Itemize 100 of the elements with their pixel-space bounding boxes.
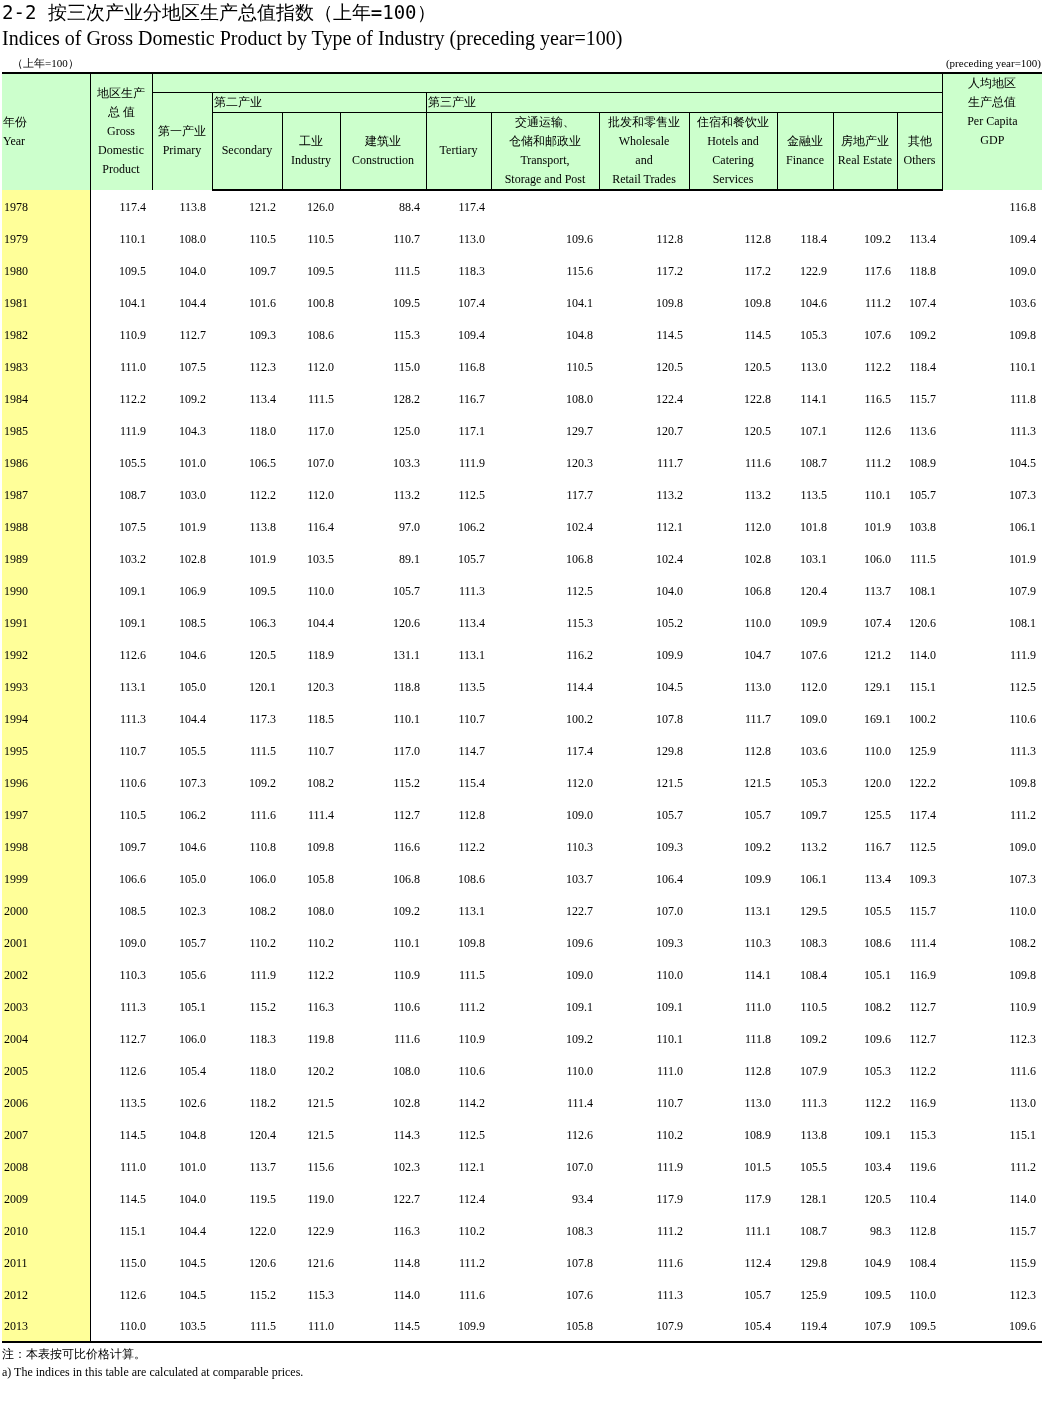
table-cell: 105.5 [90, 445, 152, 478]
table-cell-text: 104.0 [178, 1190, 207, 1208]
table-cell-text: 105.5 [799, 1158, 828, 1176]
table-cell-text: 120.4 [799, 582, 828, 600]
table-cell-text: 117.1 [457, 422, 486, 440]
table-cell-text: 101.9 [863, 518, 892, 536]
year-cell: 1985 [2, 413, 90, 446]
table-cell-text: 107.8 [655, 710, 684, 728]
table-cell-text: 115.3 [565, 614, 594, 632]
table-cell-text: 102.3 [178, 902, 207, 920]
table-cell-text: 118.3 [457, 262, 486, 280]
table-cell-text: 113.1 [457, 646, 486, 664]
table-cell-text: 101.0 [178, 454, 207, 472]
table-cell-text: 122.8 [743, 390, 772, 408]
year-cell: 2001 [2, 925, 90, 958]
table-cell-text: 117.4 [908, 806, 938, 824]
table-cell-text: 118.4 [799, 230, 828, 248]
table-cell-text: 116.3 [306, 998, 335, 1016]
table-cell-text: 115.6 [565, 262, 594, 280]
table-cell-text: 111.2 [863, 454, 892, 472]
table-cell-text: 112.8 [908, 1222, 938, 1240]
table-cell-text: 106.3 [248, 614, 277, 632]
table-cell-text: 131.1 [392, 646, 421, 664]
table-cell-text: 104.0 [178, 262, 207, 280]
table-cell: 109.6 [942, 1309, 1043, 1342]
table-cell-text: 116.8 [457, 358, 486, 376]
column-header: 人均地区 生产总值 Per Capita GDP [942, 73, 1043, 190]
table-cell-text: 116.3 [392, 1222, 421, 1240]
table-cell-text: 103.7 [565, 870, 594, 888]
year-cell: 1995 [2, 733, 90, 766]
table-cell-text: 117.2 [743, 262, 772, 280]
table-cell-text: 106.8 [743, 582, 772, 600]
table-cell-text: 105.7 [908, 486, 938, 504]
table-cell-text: 110.0 [743, 614, 772, 632]
table-cell-text: 110.2 [248, 934, 277, 952]
table-cell-text: 111.6 [392, 1030, 421, 1048]
table-cell-text: 108.7 [799, 1222, 828, 1240]
table-cell: 104.1 [90, 285, 152, 318]
table-cell-text: 118.2 [248, 1094, 277, 1112]
year-cell: 1982 [2, 317, 90, 350]
table-cell-text: 116.7 [863, 838, 892, 856]
table-cell-text: 111.2 [457, 1254, 486, 1272]
table-cell: 115.1 [90, 1213, 152, 1246]
table-cell-text: 114.0 [392, 1286, 421, 1304]
table-cell-text: 108.1 [1008, 614, 1038, 632]
table-cell-text: 113.2 [799, 838, 828, 856]
table-cell-text: 115.2 [248, 1286, 277, 1304]
table-cell-text: 110.3 [743, 934, 772, 952]
table-cell-text: 111.4 [565, 1094, 594, 1112]
table-cell-text: 110.1 [392, 934, 421, 952]
table-cell-text: 120.2 [306, 1062, 335, 1080]
table-cell-text: 108.6 [457, 870, 486, 888]
table-cell-text: 113.1 [743, 902, 772, 920]
column-header: 房地产业 Real Estate [833, 112, 897, 190]
group-header: 第二产业 [212, 92, 426, 112]
year-cell: 2010 [2, 1213, 90, 1246]
table-cell-text: 107.6 [863, 326, 892, 344]
table-cell-text: 110.1 [863, 486, 892, 504]
table-cell-text: 108.6 [306, 326, 335, 344]
table-cell: 111.3 [90, 701, 152, 734]
table-cell-text: 110.0 [863, 742, 892, 760]
unit-label: （上年=100） [12, 56, 79, 70]
table-cell-text: 111.0 [743, 998, 772, 1016]
table-cell-text: 103.3 [392, 454, 421, 472]
table-cell-text: 109.3 [655, 934, 684, 952]
table-cell-text: 105.0 [178, 870, 207, 888]
table-cell-text: 111.2 [457, 998, 486, 1016]
table-cell-text: 109.5 [306, 262, 335, 280]
table-cell-text: 111.4 [306, 806, 335, 824]
table-cell-text: 102.6 [178, 1094, 207, 1112]
table-cell-text: 114.2 [457, 1094, 486, 1112]
table-cell-text: 105.7 [457, 550, 486, 568]
table-cell-text: 110.5 [248, 230, 277, 248]
table-cell-text: 107.6 [565, 1286, 594, 1304]
table-cell: 112.6 [90, 1277, 152, 1310]
table-cell: 111.3 [90, 989, 152, 1022]
year-cell: 1996 [2, 765, 90, 798]
table-cell-text: 120.5 [743, 358, 772, 376]
table-cell-text: 111.5 [248, 742, 277, 760]
column-header: 住宿和餐饮业 Hotels and Catering Services [689, 112, 777, 190]
table-cell-text: 109.8 [1008, 966, 1038, 984]
table-cell: 112.7 [90, 1021, 152, 1054]
table-cell-text: 110.3 [565, 838, 594, 856]
table-cell-text: 106.8 [565, 550, 594, 568]
table-cell-text: 111.5 [392, 262, 421, 280]
year-cell: 1978 [2, 189, 90, 222]
table-cell-text: 109.5 [863, 1286, 892, 1304]
table-cell: 115.0 [90, 1245, 152, 1278]
table-cell-text: 117.3 [248, 710, 277, 728]
table-cell: 112.6 [90, 1053, 152, 1086]
table-cell-text: 115.2 [248, 998, 277, 1016]
table-cell-text: 113.6 [908, 422, 938, 440]
table-cell-text: 113.8 [799, 1126, 828, 1144]
table-cell-text: 105.1 [178, 998, 207, 1016]
table-cell-text: 118.9 [306, 646, 335, 664]
table-cell-text: 114.8 [392, 1254, 421, 1272]
table-cell-text: 112.5 [457, 1126, 486, 1144]
table-cell-text: 112.5 [908, 838, 938, 856]
table-cell-text: 111.5 [908, 550, 938, 568]
table-cell-text: 101.6 [248, 294, 277, 312]
